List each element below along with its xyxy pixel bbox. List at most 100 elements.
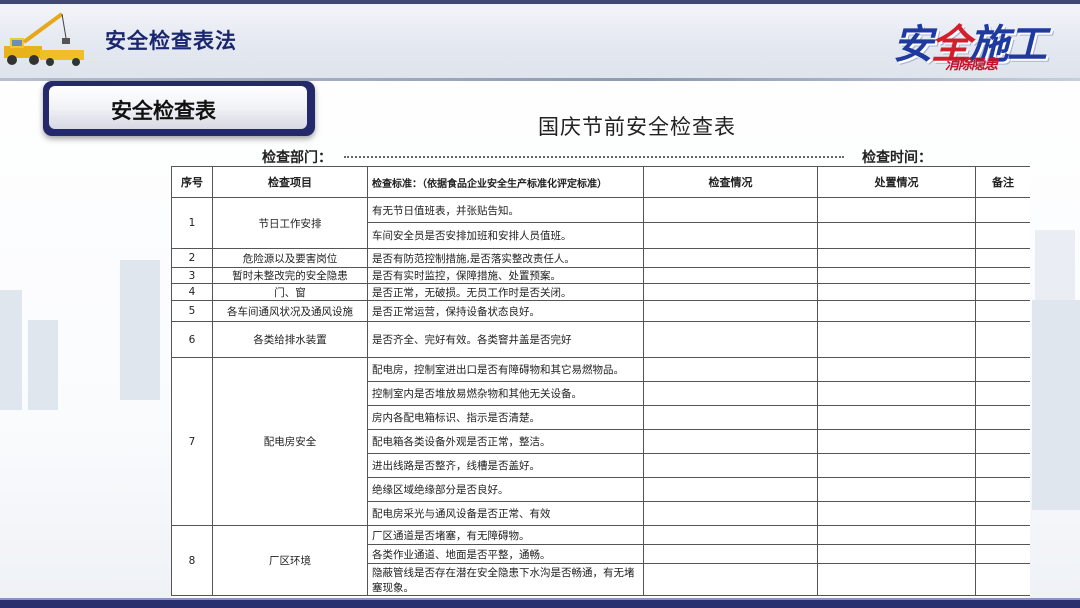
remarks-cell[interactable] [975,222,1030,249]
inspection-result-cell[interactable] [643,501,818,526]
document-title: 国庆节前安全检查表 [538,115,736,139]
column-header: 检查标准：（依据食品企业安全生产标准化评定标准） [367,166,644,198]
column-header: 备注 [975,166,1030,198]
column-header: 序号 [171,166,213,198]
inspection-standard: 厂区通道是否堵塞，有无障碍物。 [367,525,644,545]
disposal-cell[interactable] [817,381,976,406]
table-row: 1 节日工作安排 有无节日值班表，并张贴告知。 [171,197,1030,249]
document-meta-row: 检查部门： 检查时间： [262,145,932,167]
inspection-result-cell[interactable] [643,381,818,406]
section-tab-inner: 安全检查表 [49,86,307,129]
disposal-cell[interactable] [817,283,976,301]
disposal-cell[interactable] [817,300,976,322]
inspection-result-cell[interactable] [643,453,818,478]
decorative-building [120,260,160,400]
inspection-result-cell[interactable] [643,477,818,502]
inspection-result-cell[interactable] [643,544,818,564]
disposal-cell[interactable] [817,267,976,284]
remarks-cell[interactable] [975,283,1030,301]
crane-icon [4,12,84,66]
remarks-cell[interactable] [975,267,1030,284]
row-number: 1 [171,197,213,249]
table-row: 4 门、窗 是否正常，无破损。无员工作时是否关闭。 [171,283,1030,301]
disposal-cell[interactable] [817,429,976,454]
inspection-result-cell[interactable] [643,563,818,596]
disposal-cell[interactable] [817,248,976,268]
logo-sub-text: 消除隐患 [945,57,998,73]
row-number: 5 [171,300,213,322]
inspection-standard: 有无节日值班表，并张贴告知。 [367,197,644,223]
remarks-cell[interactable] [975,381,1030,406]
column-header: 处置情况 [817,166,976,198]
row-number: 7 [171,357,213,526]
decorative-building [28,320,58,410]
inspection-result-cell[interactable] [643,357,818,382]
remarks-cell[interactable] [975,321,1030,358]
inspection-result-cell[interactable] [643,300,818,322]
inspection-standard: 配电房，控制室进出口是否有障碍物和其它易燃物品。 [367,357,644,382]
header-title: 安全检查表法 [105,29,237,53]
slide: 安全检查表法 安全施工 消除隐患 安全检查表 国庆节前安全检查表 检查部门： 检… [0,0,1080,608]
inspection-dept-label: 检查部门： [262,150,332,166]
inspection-result-cell[interactable] [643,283,818,301]
remarks-cell[interactable] [975,197,1030,223]
decorative-building [1032,300,1080,510]
inspection-result-cell[interactable] [643,405,818,430]
inspection-standard: 车间安全员是否安排加班和安排人员值班。 [367,222,644,249]
remarks-cell[interactable] [975,429,1030,454]
remarks-cell[interactable] [975,563,1030,596]
inspection-result-cell[interactable] [643,197,818,223]
remarks-cell[interactable] [975,357,1030,382]
inspection-standard: 配电房采光与通风设备是否正常、有效 [367,501,644,526]
inspection-standard: 是否正常运营，保持设备状态良好。 [367,300,644,322]
brand-logo: 安全施工 消除隐患 [893,10,1078,73]
inspection-item: 各类给排水装置 [212,321,368,358]
disposal-cell[interactable] [817,563,976,596]
inspection-item: 暂时未整改完的安全隐患 [212,267,368,284]
disposal-cell[interactable] [817,525,976,545]
disposal-cell[interactable] [817,222,976,249]
inspection-standard: 隐蔽管线是否存在潜在安全隐患下水沟是否畅通，有无堵塞现象。 [367,563,644,596]
section-tab-label: 安全检查表 [111,99,216,123]
inspection-result-cell[interactable] [643,429,818,454]
decorative-building [1035,230,1075,300]
inspection-standard: 绝缘区域绝缘部分是否良好。 [367,477,644,502]
header-top-stripe [0,0,1080,4]
inspection-result-cell[interactable] [643,222,818,249]
remarks-cell[interactable] [975,501,1030,526]
disposal-cell[interactable] [817,405,976,430]
disposal-cell[interactable] [817,544,976,564]
inspection-standard: 是否正常，无破损。无员工作时是否关闭。 [367,283,644,301]
table-header-row: 序号 检查项目 检查标准：（依据食品企业安全生产标准化评定标准） 检查情况 处置… [171,166,1030,198]
remarks-cell[interactable] [975,544,1030,564]
remarks-cell[interactable] [975,248,1030,268]
table-row: 8 厂区环境 厂区通道是否堵塞，有无障碍物。 [171,525,1030,596]
disposal-cell[interactable] [817,197,976,223]
inspection-result-cell[interactable] [643,248,818,268]
inspection-result-cell[interactable] [643,267,818,284]
inspection-time-label: 检查时间： [862,150,932,166]
remarks-cell[interactable] [975,405,1030,430]
inspection-standard: 控制室内是否堆放易燃杂物和其他无关设备。 [367,381,644,406]
disposal-cell[interactable] [817,477,976,502]
inspection-standard: 是否齐全、完好有效。各类窨井盖是否完好 [367,321,644,358]
remarks-cell[interactable] [975,477,1030,502]
disposal-cell[interactable] [817,357,976,382]
remarks-cell[interactable] [975,525,1030,545]
disposal-cell[interactable] [817,501,976,526]
inspection-result-cell[interactable] [643,321,818,358]
table-row: 6 各类给排水装置 是否齐全、完好有效。各类窨井盖是否完好 [171,321,1030,358]
remarks-cell[interactable] [975,453,1030,478]
inspection-standard: 是否有实时监控，保障措施、处置预案。 [367,267,644,284]
disposal-cell[interactable] [817,321,976,358]
row-number: 2 [171,248,213,268]
inspection-standard: 各类作业通道、地面是否平整，通畅。 [367,544,644,564]
checklist-table: 序号 检查项目 检查标准：（依据食品企业安全生产标准化评定标准） 检查情况 处置… [171,166,1030,596]
disposal-cell[interactable] [817,453,976,478]
inspection-result-cell[interactable] [643,525,818,545]
remarks-cell[interactable] [975,300,1030,322]
decorative-building [0,290,22,410]
dotted-leader [344,156,844,158]
table-row: 5 各车间通风状况及通风设施 是否正常运营，保持设备状态良好。 [171,300,1030,322]
inspection-standard: 是否有防范控制措施,是否落实整改责任人。 [367,248,644,268]
